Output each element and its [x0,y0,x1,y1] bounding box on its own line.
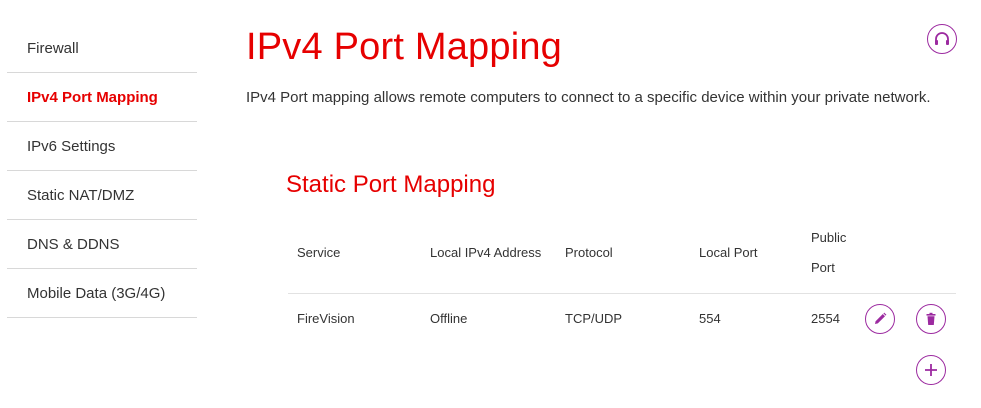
sidebar-item-label: IPv4 Port Mapping [27,88,158,106]
sidebar-item-label: DNS & DDNS [27,235,120,253]
section-title: Static Port Mapping [286,171,496,198]
sidebar-item-label: Firewall [27,39,79,57]
pencil-icon [875,312,887,324]
delete-button[interactable] [916,304,946,334]
cell-service: FireVision [297,311,355,326]
cell-protocol: TCP/UDP [565,311,623,326]
cell-local-ipv4: Offline [430,311,468,326]
page-title: IPv4 Port Mapping [246,26,563,68]
add-mapping-button[interactable] [916,355,946,385]
column-header-public-port-line1: Public [811,230,847,245]
sidebar-item-firewall[interactable]: Firewall [7,24,197,73]
sidebar-item-label: IPv6 Settings [27,137,116,155]
headset-icon [935,32,949,45]
cell-local-port: 554 [699,311,721,326]
plus-icon [925,364,937,376]
column-header-local-port: Local Port [699,245,758,260]
sidebar-item-label: Mobile Data (3G/4G) [27,284,166,302]
sidebar-item-ipv6-settings[interactable]: IPv6 Settings [7,122,197,171]
sidebar-item-static-nat-dmz[interactable]: Static NAT/DMZ [7,171,197,220]
column-header-service: Service [297,245,341,260]
page-description: IPv4 Port mapping allows remote computer… [246,89,931,106]
sidebar-item-ipv4-port-mapping[interactable]: IPv4 Port Mapping [7,73,197,122]
cell-public-port: 2554 [811,311,840,326]
table-header-divider [288,293,956,294]
edit-button[interactable] [865,304,895,334]
sidebar-item-dns-ddns[interactable]: DNS & DDNS [7,220,197,269]
sidebar: Firewall IPv4 Port Mapping IPv6 Settings… [7,24,197,318]
column-header-protocol: Protocol [565,245,613,260]
sidebar-item-mobile-data[interactable]: Mobile Data (3G/4G) [7,269,197,318]
help-button[interactable] [927,24,957,54]
column-header-local-ipv4: Local IPv4 Address [430,245,542,260]
page: Firewall IPv4 Port Mapping IPv6 Settings… [0,0,981,408]
column-header-public-port-line2: Port [811,260,835,275]
sidebar-item-label: Static NAT/DMZ [27,186,135,204]
trash-icon [926,312,936,325]
